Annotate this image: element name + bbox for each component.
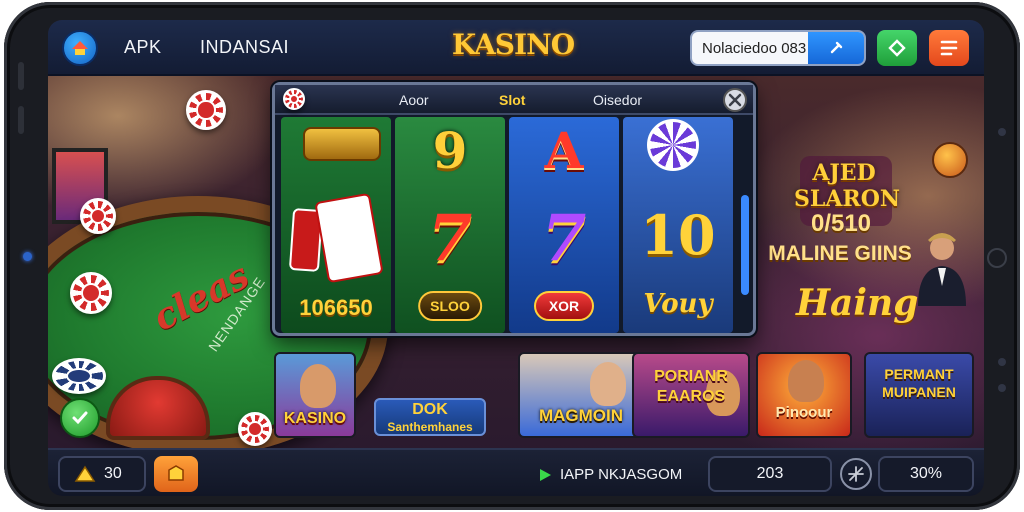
app-link-label: IAPP NKJASGOM — [560, 466, 683, 483]
balance-box[interactable]: 30 — [58, 456, 146, 492]
game-tile[interactable]: PORIANR EAAROS — [632, 352, 750, 438]
game-tile-label: DOK — [412, 401, 448, 418]
nav-apk[interactable]: APK — [124, 37, 162, 58]
character-face — [590, 362, 626, 406]
badge-line: AJED — [812, 160, 876, 186]
tab-aoor[interactable]: Aoor — [399, 92, 429, 108]
game-tile[interactable]: MAGMOIN — [518, 352, 644, 438]
reel-symbol: 9 — [432, 121, 468, 180]
home-ring — [987, 248, 1007, 268]
sensor-dot — [998, 384, 1006, 392]
reel-symbol: 7 — [541, 201, 587, 276]
refresh-icon[interactable] — [877, 30, 917, 66]
bottom-bar: 30 IAPP NKJASGOM 203 30% — [48, 448, 984, 496]
balance-value: 30 — [104, 465, 122, 482]
poker-chip — [647, 119, 699, 171]
poker-chip — [70, 272, 112, 314]
poker-chip — [238, 412, 272, 446]
game-screen: cleas NENDANGE AJED SLARON 0/510 MALINE … — [48, 20, 984, 496]
volume-button — [18, 62, 24, 90]
chip-icon — [283, 88, 305, 110]
reel-script: Vouy — [643, 289, 713, 319]
playing-card — [314, 192, 384, 284]
nav-indansai[interactable]: INDANSAI — [200, 37, 289, 58]
tab-oisedor[interactable]: Oisedor — [593, 92, 642, 108]
badge-title: AJED SLARON — [794, 160, 900, 212]
sensor-dot — [998, 358, 1006, 366]
search-input[interactable]: Nolaciedoo 083 — [702, 40, 806, 57]
game-tile-label: Santhemhanes — [387, 420, 473, 434]
poker-chip — [80, 198, 116, 234]
slot-tab-bar: Aoor Slot Oisedor — [275, 85, 753, 115]
menu-icon[interactable] — [929, 30, 969, 66]
counter-box[interactable]: 203 — [708, 456, 832, 492]
home-icon[interactable] — [62, 30, 98, 66]
slot-reel[interactable]: 10 Vouy — [623, 117, 733, 333]
badge-line: SLARON — [794, 186, 900, 212]
reel-symbol: 7 — [427, 201, 473, 276]
game-tile-label: PORIANR — [654, 368, 728, 385]
check-icon[interactable] — [60, 398, 100, 438]
game-tile[interactable]: Pinoour — [756, 352, 852, 438]
counter-value: 203 — [756, 465, 784, 482]
phone-frame: cleas NENDANGE AJED SLARON 0/510 MALINE … — [4, 2, 1020, 510]
promo-script: Haing — [796, 282, 919, 324]
top-bar: APK INDANSAI KASINO Nolaciedoo 083 — [48, 20, 984, 76]
slot-machine-panel[interactable]: Aoor Slot Oisedor 106650 9 7 SLOO A 7 XO… — [272, 82, 756, 336]
slot-reels: 106650 9 7 SLOO A 7 XOR 10 Vouy — [281, 117, 733, 333]
brand-logo: KASINO — [451, 28, 575, 61]
warning-icon — [74, 465, 96, 482]
promo-line-2: MALINE GIINS — [768, 242, 912, 265]
volume-button — [18, 106, 24, 134]
game-tile[interactable]: PERMANT MUIPANEN — [864, 352, 974, 438]
reel-score: 106650 — [299, 295, 373, 320]
game-tile-label: PERMANT — [884, 366, 954, 382]
game-tile-label: EAAROS — [656, 388, 726, 405]
slot-reel[interactable]: A 7 XOR — [509, 117, 619, 333]
character-face — [788, 360, 824, 402]
game-tile-label: Pinoour — [775, 404, 833, 421]
tab-slot[interactable]: Slot — [499, 92, 525, 108]
reel-button[interactable]: XOR — [534, 291, 594, 321]
search-icon[interactable] — [808, 32, 864, 64]
slot-reel[interactable]: 9 7 SLOO — [395, 117, 505, 333]
game-tile-label: MUIPANEN — [882, 384, 956, 400]
camera-dot — [23, 252, 32, 261]
reel-symbol: A — [544, 121, 584, 180]
play-icon — [540, 468, 551, 481]
slot-reel[interactable]: 106650 — [281, 117, 391, 333]
poker-chip — [52, 358, 106, 394]
percent-value: 30% — [909, 465, 943, 482]
game-tile[interactable]: KASINO — [274, 352, 356, 438]
target-icon[interactable] — [840, 458, 872, 490]
promo-line-1: 0/510 — [810, 210, 872, 237]
percent-box[interactable]: 30% — [878, 456, 974, 492]
scrollbar[interactable] — [741, 195, 749, 295]
reel-button[interactable]: SLOO — [418, 291, 482, 321]
search-box[interactable]: Nolaciedoo 083 — [690, 30, 866, 66]
reel-symbol: 10 — [640, 203, 716, 267]
dealer-figure — [918, 233, 966, 306]
game-tile-label: KASINO — [283, 410, 347, 427]
app-link[interactable]: IAPP NKJASGOM — [538, 466, 682, 483]
game-tile-label: MAGMOIN — [538, 406, 624, 425]
coin-stack — [303, 127, 381, 161]
settings-icon[interactable] — [723, 88, 747, 112]
game-tile[interactable]: DOK Santhemhanes — [374, 398, 486, 436]
shop-icon[interactable] — [154, 456, 198, 492]
sensor-dot — [998, 128, 1006, 136]
poker-chip — [186, 90, 226, 130]
character-face — [300, 364, 336, 408]
bonus-orb[interactable] — [932, 142, 968, 178]
